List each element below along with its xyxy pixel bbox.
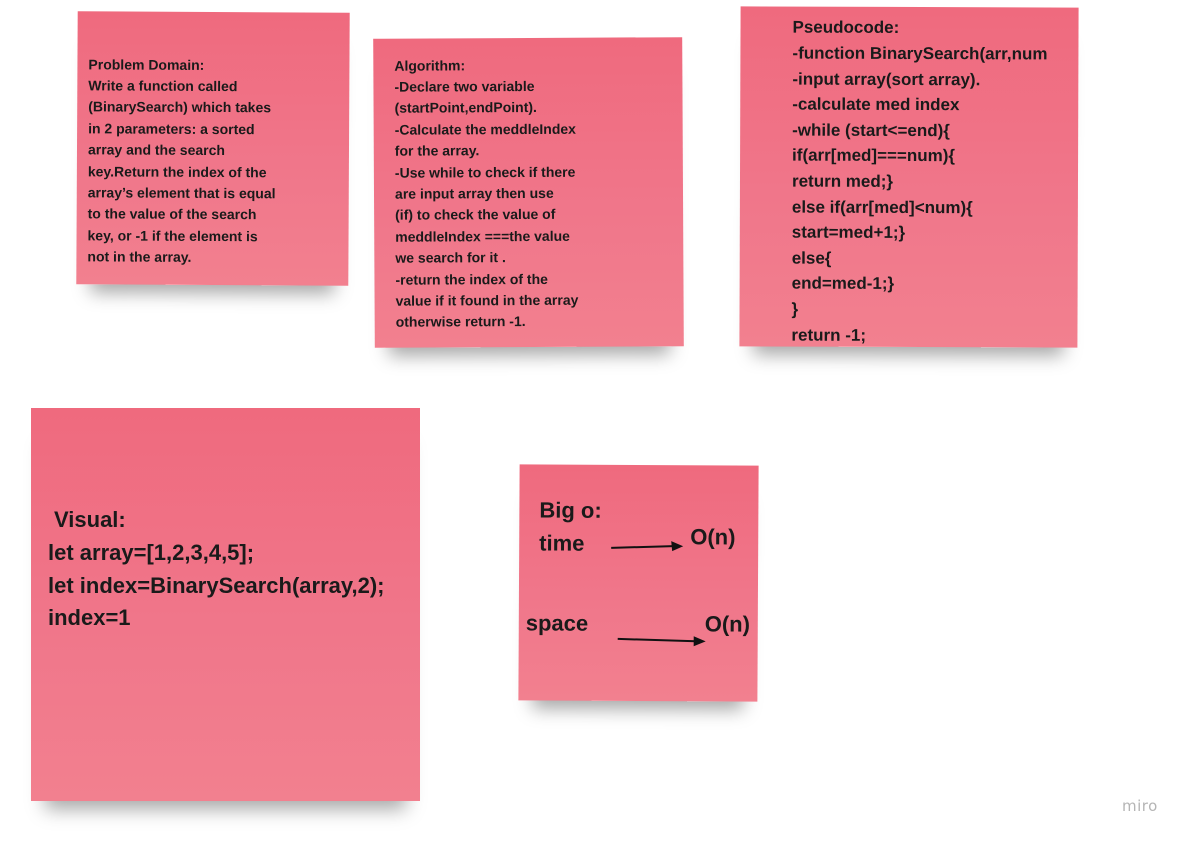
pseudocode-line: -function BinarySearch(arr,num (792, 43, 1048, 64)
problem-domain-heading: Problem Domain: (88, 56, 205, 73)
problem-domain-line: in 2 parameters: a sorted (88, 120, 255, 138)
visual-line: let index=BinarySearch(array,2); (48, 572, 385, 598)
problem-domain-line: key, or -1 if the element is (87, 227, 258, 245)
miro-watermark-logo: miro (1122, 797, 1158, 815)
problem-domain-line: (BinarySearch) which takes (88, 98, 272, 116)
problem-domain-line: key.Return the index of the (87, 162, 267, 180)
big-o-heading: Big o: (539, 497, 602, 523)
algorithm-line: (if) to check the value of (395, 206, 556, 224)
pseudocode-line: start=med+1;} (791, 222, 906, 243)
algorithm-line: -Declare two variable (394, 77, 535, 95)
pseudocode-line: else{ (791, 248, 832, 268)
problem-domain-text: Write a function called (BinarySearch) w… (87, 75, 276, 269)
space-arrow-icon (617, 636, 706, 647)
sticky-note-big-o[interactable]: Big o: time O(n) space O(n) (518, 464, 759, 702)
visual-heading: Visual: (54, 507, 126, 532)
problem-domain-line: array and the search (87, 141, 226, 159)
algorithm-line: -Use while to check if there (394, 163, 576, 181)
algorithm-line: (startPoint,endPoint). (394, 99, 537, 117)
time-complexity-value: O(n) (690, 524, 736, 550)
algorithm-text: -Declare two variable (startPoint,endPoi… (394, 76, 578, 334)
algorithm-line: value if it found in the array (395, 291, 579, 309)
pseudocode-line: -input array(sort array). (792, 69, 981, 89)
sticky-note-problem-domain[interactable]: Problem Domain: Write a function called … (76, 11, 350, 286)
algorithm-line: for the array. (394, 142, 480, 159)
algorithm-line: meddleIndex ===the value (395, 227, 570, 245)
pseudocode-line: if(arr[med]===num){ (792, 145, 956, 166)
pseudocode-text: -function BinarySearch(arr,num -input ar… (791, 41, 1047, 348)
problem-domain-line: Write a function called (88, 77, 238, 95)
algorithm-line: are input array then use (394, 184, 554, 202)
pseudocode-line: } (791, 299, 799, 319)
visual-text: let array=[1,2,3,4,5]; let index=BinaryS… (48, 537, 384, 635)
space-label: space (525, 610, 589, 636)
pseudocode-line: else if(arr[med]<num){ (791, 197, 973, 217)
time-arrow-icon (611, 541, 684, 552)
algorithm-line: otherwise return -1. (395, 313, 526, 331)
pseudocode-line: return med;} (791, 171, 894, 191)
sticky-note-visual[interactable]: Visual: let array=[1,2,3,4,5]; let index… (31, 408, 420, 801)
problem-domain-line: not in the array. (87, 248, 192, 266)
sticky-note-pseudocode[interactable]: Pseudocode: -function BinarySearch(arr,n… (739, 6, 1079, 348)
algorithm-heading: Algorithm: (394, 57, 466, 74)
pseudocode-heading: Pseudocode: (792, 17, 900, 37)
time-label: time (539, 530, 585, 556)
sticky-note-algorithm[interactable]: Algorithm: -Declare two variable (startP… (373, 37, 684, 348)
space-complexity-value: O(n) (704, 611, 751, 637)
problem-domain-line: array’s element that is equal (87, 184, 276, 202)
algorithm-line: -Calculate the meddleIndex (394, 120, 576, 138)
pseudocode-line: -calculate med index (792, 94, 960, 115)
visual-line: let array=[1,2,3,4,5]; (48, 540, 255, 565)
pseudocode-line: end=med-1;} (791, 273, 895, 294)
pseudocode-line: -while (start<=end){ (792, 120, 950, 140)
visual-line: index=1 (48, 605, 131, 630)
problem-domain-line: to the value of the search (87, 205, 257, 223)
algorithm-line: we search for it . (395, 249, 506, 266)
algorithm-line: -return the index of the (395, 270, 548, 288)
pseudocode-line: return -1; (791, 325, 867, 345)
